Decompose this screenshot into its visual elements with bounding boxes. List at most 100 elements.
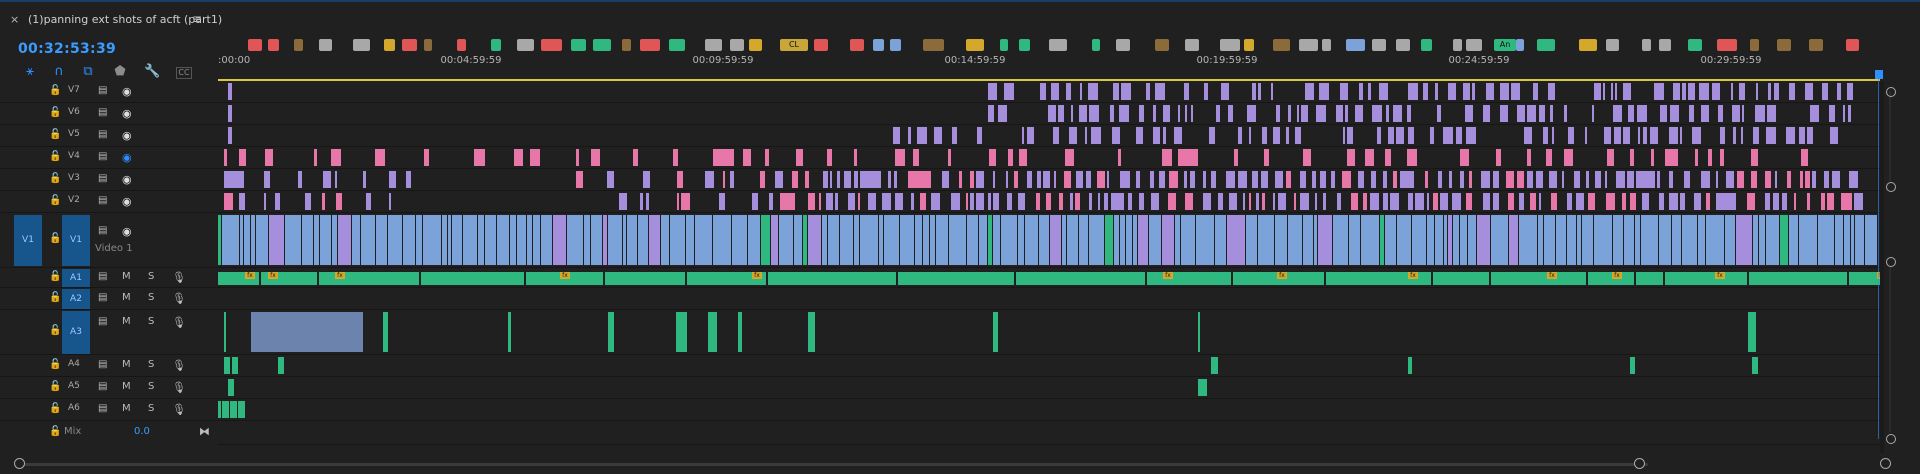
audio-clip[interactable]: fx: [1588, 272, 1634, 285]
clip[interactable]: [989, 149, 996, 166]
sync-lock-icon[interactable]: ▤: [98, 359, 107, 370]
clip[interactable]: [1355, 105, 1363, 122]
video-clip[interactable]: [1509, 215, 1518, 265]
sequence-marker[interactable]: [814, 39, 828, 51]
clip[interactable]: [1615, 83, 1617, 100]
clip[interactable]: [1019, 149, 1027, 166]
source-patch-v1[interactable]: V1: [14, 215, 42, 266]
clip[interactable]: [942, 171, 949, 188]
clip[interactable]: [1800, 171, 1803, 188]
clip[interactable]: [1107, 171, 1109, 188]
sequence-marker[interactable]: [1220, 39, 1240, 51]
clip[interactable]: [1567, 193, 1572, 210]
clip[interactable]: [1036, 193, 1040, 210]
audio-clip[interactable]: [1752, 357, 1758, 374]
clip[interactable]: [1443, 127, 1453, 144]
clip[interactable]: [1548, 83, 1555, 100]
clip[interactable]: [576, 149, 579, 166]
sequence-marker[interactable]: [1049, 39, 1067, 51]
mute-button[interactable]: M: [122, 271, 131, 282]
mute-button[interactable]: M: [122, 316, 131, 327]
video-clip[interactable]: [603, 215, 607, 265]
clip[interactable]: [1407, 105, 1411, 122]
clip[interactable]: [1427, 193, 1429, 210]
video-clip[interactable]: [923, 215, 929, 265]
clip[interactable]: [1423, 83, 1428, 100]
video-clip[interactable]: [1138, 215, 1148, 265]
clip[interactable]: [1190, 171, 1195, 188]
clip[interactable]: [366, 193, 371, 210]
lock-icon[interactable]: 🔓: [49, 381, 61, 392]
sync-lock-icon[interactable]: ▤: [98, 195, 107, 206]
audio-clip[interactable]: [708, 312, 717, 352]
clip[interactable]: [681, 193, 690, 210]
sync-lock-icon[interactable]: ▤: [98, 292, 107, 303]
sequence-marker[interactable]: [571, 39, 586, 51]
clip[interactable]: [1320, 171, 1326, 188]
video-clip[interactable]: [269, 215, 284, 265]
clip[interactable]: [1448, 83, 1456, 100]
close-icon[interactable]: ×: [10, 13, 19, 26]
clip[interactable]: [1203, 193, 1211, 210]
clip[interactable]: [1288, 105, 1291, 122]
clip[interactable]: [1449, 171, 1452, 188]
video-clip[interactable]: [1780, 215, 1788, 265]
clip[interactable]: [1168, 193, 1176, 210]
microphone-icon[interactable]: 🎙: [172, 316, 186, 329]
solo-button[interactable]: S: [148, 292, 154, 303]
lock-icon[interactable]: 🔓: [49, 325, 61, 336]
video-clip[interactable]: [828, 215, 839, 265]
clip[interactable]: [1315, 193, 1317, 210]
clip[interactable]: [1379, 83, 1388, 100]
video-clip[interactable]: [732, 215, 747, 265]
video-clip[interactable]: [1380, 215, 1384, 265]
clip[interactable]: [1153, 105, 1156, 122]
audio-clip[interactable]: fx: [218, 272, 259, 285]
audio-clip[interactable]: [238, 401, 245, 418]
clip[interactable]: [1768, 83, 1771, 100]
clip[interactable]: [1651, 149, 1654, 166]
snap-magnet-icon[interactable]: ∩: [51, 64, 67, 80]
clip[interactable]: [1638, 127, 1640, 144]
clip[interactable]: [1370, 193, 1379, 210]
clip[interactable]: [713, 149, 734, 166]
clip[interactable]: [917, 127, 927, 144]
microphone-icon[interactable]: 🎙: [172, 271, 186, 284]
audio-clip[interactable]: fx: [261, 272, 317, 285]
video-clip[interactable]: [649, 215, 660, 265]
clip[interactable]: [895, 149, 905, 166]
lock-icon[interactable]: 🔓: [49, 85, 61, 96]
clip[interactable]: [1588, 193, 1595, 210]
clip[interactable]: [1228, 105, 1233, 122]
clip[interactable]: [976, 193, 984, 210]
sync-lock-icon[interactable]: ▤: [98, 271, 107, 282]
sync-lock-icon[interactable]: ▤: [98, 151, 107, 162]
clip[interactable]: [1452, 193, 1461, 210]
video-clip[interactable]: [1175, 215, 1180, 265]
sequence-marker[interactable]: [1466, 39, 1482, 51]
eye-icon[interactable]: ◉: [122, 225, 132, 238]
video-clip[interactable]: [1753, 215, 1758, 265]
clip[interactable]: [1630, 149, 1634, 166]
clip[interactable]: [1340, 83, 1348, 100]
clip[interactable]: [1546, 149, 1552, 166]
sequence-marker[interactable]: [424, 39, 432, 51]
clip[interactable]: [1821, 193, 1825, 210]
video-clip[interactable]: [1258, 215, 1274, 265]
sync-lock-icon[interactable]: ▤: [98, 403, 107, 414]
eye-icon[interactable]: ◉: [122, 85, 132, 98]
video-clip[interactable]: [1624, 215, 1634, 265]
video-clip[interactable]: [695, 215, 712, 265]
audio-clip[interactable]: fx: [1491, 272, 1586, 285]
video-clip[interactable]: [1039, 215, 1049, 265]
mute-button[interactable]: M: [122, 381, 131, 392]
video-clip[interactable]: [900, 215, 914, 265]
video-clip[interactable]: [403, 215, 415, 265]
clip[interactable]: [1351, 193, 1358, 210]
video-clip[interactable]: [967, 215, 978, 265]
clip[interactable]: [1837, 83, 1841, 100]
clip[interactable]: [1642, 193, 1649, 210]
clip[interactable]: [1701, 171, 1710, 188]
clip[interactable]: [1159, 171, 1165, 188]
clip[interactable]: [1472, 83, 1475, 100]
